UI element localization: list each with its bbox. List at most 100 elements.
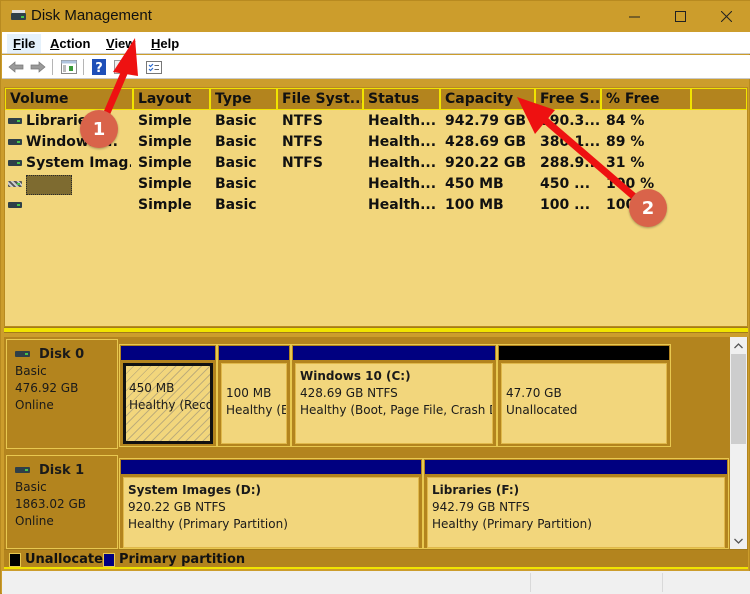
column-header-percent-free[interactable]: % Free xyxy=(601,88,691,110)
disk-0-info[interactable]: Disk 0 Basic 476.92 GB Online xyxy=(6,339,118,449)
partition-status: Healthy (Recovery Partition) xyxy=(129,398,213,412)
menu-file[interactable]: File xyxy=(7,34,42,53)
svg-text:?: ? xyxy=(95,61,103,75)
minimize-button[interactable] xyxy=(611,1,657,32)
column-header-volume[interactable]: Volume xyxy=(5,88,133,110)
partition-windows-c[interactable]: Windows 10 (C:) 428.69 GB NTFS Healthy (… xyxy=(291,344,497,447)
properties-button[interactable] xyxy=(111,58,131,76)
settings-list-button[interactable] xyxy=(144,58,164,76)
volume-cell-pct: 84 % xyxy=(606,113,645,129)
menu-help-label: elp xyxy=(160,36,180,51)
volume-icon xyxy=(8,160,22,166)
disk-graphical-view: Disk 0 Basic 476.92 GB Online 450 MB Hea… xyxy=(4,337,748,549)
disk-row-1[interactable]: Disk 1 Basic 1863.02 GB Online System Im… xyxy=(4,453,730,549)
partition-efi[interactable]: 100 MB Healthy (EFI System Partition) xyxy=(217,344,291,447)
annotation-badge-1: 1 xyxy=(80,110,118,148)
disk-0-name: Disk 0 xyxy=(15,346,117,363)
disk-view-scrollbar[interactable] xyxy=(730,337,747,549)
forward-button[interactable] xyxy=(28,58,48,76)
menu-action-accel: A xyxy=(50,36,60,51)
scroll-down-button[interactable] xyxy=(730,532,747,549)
menu-action[interactable]: Action xyxy=(44,34,96,53)
settings-list-icon xyxy=(146,60,162,74)
partition-body: 100 MB Healthy (EFI System Partition) xyxy=(221,363,287,444)
volume-cell-status: Health... xyxy=(368,176,437,192)
partition-size: 428.69 GB NTFS xyxy=(300,386,398,400)
disk-row-0[interactable]: Disk 0 Basic 476.92 GB Online 450 MB Hea… xyxy=(4,337,730,451)
disk-0-size: 476.92 GB xyxy=(15,381,79,395)
partition-recovery[interactable]: 450 MB Healthy (Recovery Partition) xyxy=(119,344,217,447)
menu-file-label: ile xyxy=(20,36,36,51)
volume-cell-status: Health... xyxy=(368,155,437,171)
volume-cell-pct: 89 % xyxy=(606,134,645,150)
volume-cell-layout: Simple xyxy=(138,134,192,150)
volume-cell-free: 450 ... xyxy=(540,176,591,192)
back-icon xyxy=(8,61,24,73)
volume-icon xyxy=(8,118,22,124)
close-icon xyxy=(720,11,732,22)
column-header-capacity[interactable]: Capacity xyxy=(440,88,535,110)
column-header-free-space[interactable]: Free S... xyxy=(535,88,601,110)
back-button[interactable] xyxy=(6,58,26,76)
partition-title: System Images (D:) xyxy=(128,483,262,497)
title-bar[interactable]: Disk Management xyxy=(1,1,750,32)
window-title: Disk Management xyxy=(31,7,152,24)
volume-cell-type: Basic xyxy=(215,113,257,129)
partition-body: 450 MB Healthy (Recovery Partition) xyxy=(123,363,213,444)
volume-cell-free: 890.3... xyxy=(540,113,601,129)
partition-size: 450 MB xyxy=(129,381,175,395)
close-button[interactable] xyxy=(703,1,749,32)
show-hide-console-tree-button[interactable] xyxy=(59,58,79,76)
scroll-thumb[interactable] xyxy=(731,354,746,444)
volume-cell-capacity: 428.69 GB xyxy=(445,134,527,150)
volume-cell-status: Health... xyxy=(368,197,437,213)
partition-status: Healthy (Primary Partition) xyxy=(128,517,288,531)
volume-cell-layout: Simple xyxy=(138,113,192,129)
volume-cell-free: 100 ... xyxy=(540,197,591,213)
menu-action-label: ction xyxy=(59,36,91,51)
partition-bar xyxy=(499,346,669,360)
column-header-status[interactable]: Status xyxy=(363,88,440,110)
menu-help[interactable]: Help xyxy=(145,34,185,53)
volume-cell-free: 288.9... xyxy=(540,155,601,171)
disk-1-type: Basic xyxy=(15,480,47,494)
partition-libraries-f[interactable]: Libraries (F:) 942.79 GB NTFS Healthy (P… xyxy=(423,458,729,549)
chevron-up-icon xyxy=(734,342,743,348)
maximize-icon xyxy=(674,11,686,22)
column-header-blank[interactable] xyxy=(691,88,747,110)
volume-cell-pct: 31 % xyxy=(606,155,645,171)
maximize-button[interactable] xyxy=(657,1,703,32)
disk-1-info[interactable]: Disk 1 Basic 1863.02 GB Online xyxy=(6,455,118,549)
partition-unallocated[interactable]: 47.70 GB Unallocated xyxy=(497,344,671,447)
volume-cell-fs xyxy=(282,174,363,195)
column-header-type[interactable]: Type xyxy=(210,88,277,110)
status-bar-separator xyxy=(662,573,663,592)
partition-size: 47.70 GB xyxy=(506,386,562,400)
partition-title: Libraries (F:) xyxy=(432,483,520,497)
menu-view[interactable]: View xyxy=(100,34,141,53)
volume-cell-status: Health... xyxy=(368,134,437,150)
volume-icon xyxy=(8,139,22,145)
legend-swatch-unallocated xyxy=(9,553,21,567)
volume-row[interactable]: System Imag... Simple Basic NTFS Health... 92… xyxy=(5,153,747,174)
partition-system-images-d[interactable]: System Images (D:) 920.22 GB NTFS Health… xyxy=(119,458,423,549)
partition-size: 100 MB xyxy=(226,386,272,400)
help-button[interactable]: ? xyxy=(89,58,109,76)
column-header-layout[interactable]: Layout xyxy=(133,88,210,110)
partition-body: System Images (D:) 920.22 GB NTFS Health… xyxy=(123,477,419,548)
disk-0-state: Online xyxy=(15,398,54,412)
column-headers: Volume Layout Type File Syst... Status C… xyxy=(5,88,747,110)
minimize-icon xyxy=(628,16,640,18)
partition-size: 942.79 GB NTFS xyxy=(432,500,530,514)
legend-swatch-primary xyxy=(103,553,115,567)
menu-help-accel: H xyxy=(151,36,161,51)
chevron-down-icon xyxy=(734,538,743,544)
forward-icon xyxy=(30,61,46,73)
volume-cell-capacity: 942.79 GB xyxy=(445,113,527,129)
pane-splitter[interactable] xyxy=(4,327,748,333)
disk-1-name: Disk 1 xyxy=(15,462,117,479)
column-header-file-system[interactable]: File Syst... xyxy=(277,88,363,110)
disk-0-type: Basic xyxy=(15,364,47,378)
scroll-up-button[interactable] xyxy=(730,337,747,354)
annotation-badge-2: 2 xyxy=(629,189,667,227)
